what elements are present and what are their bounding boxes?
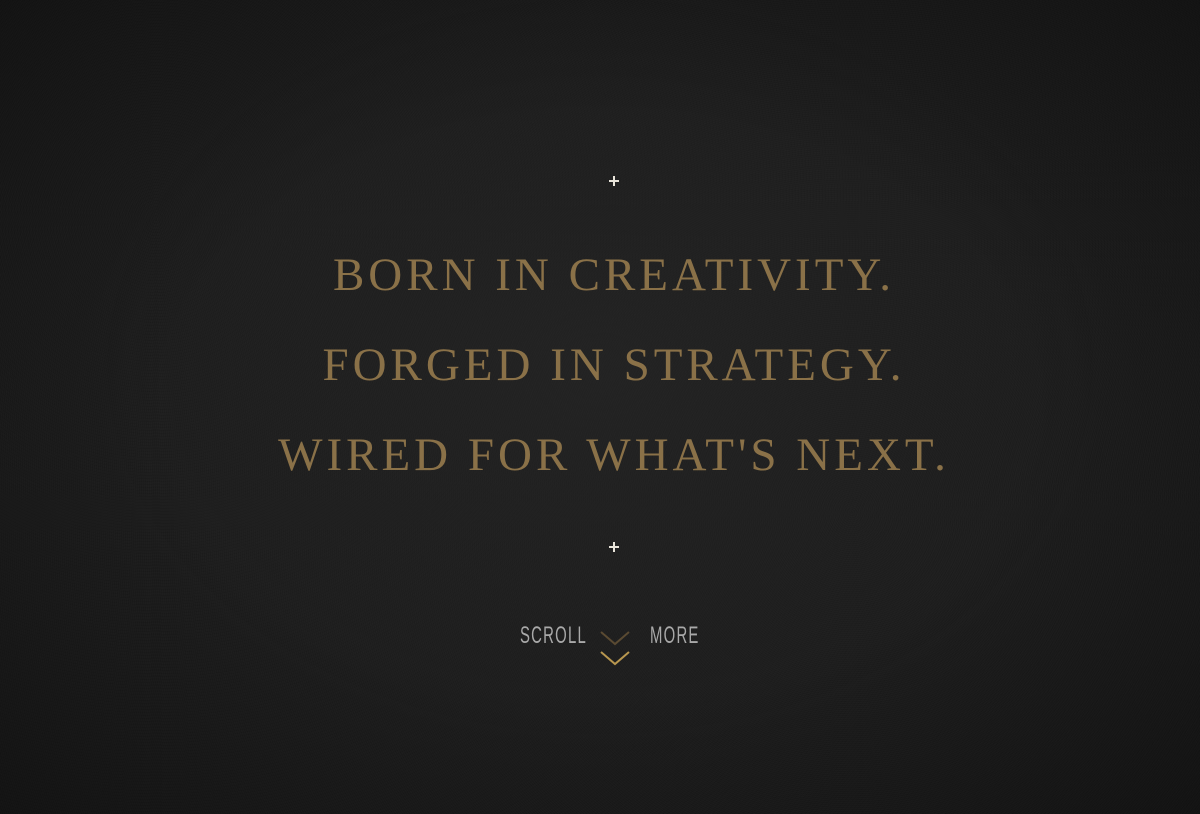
plus-icon (608, 175, 620, 187)
hero-line-2: FORGED IN STRATEGY. (322, 339, 906, 391)
hero-line-1: BORN IN CREATIVITY. (332, 249, 896, 301)
plus-icon (608, 541, 620, 553)
scroll-label: SCROLL (520, 622, 587, 649)
more-label: MORE (650, 622, 700, 649)
hero-line-3: WIRED FOR WHAT'S NEXT. (278, 429, 950, 481)
background-vignette (0, 0, 1200, 814)
double-chevron-down-icon (600, 631, 630, 666)
